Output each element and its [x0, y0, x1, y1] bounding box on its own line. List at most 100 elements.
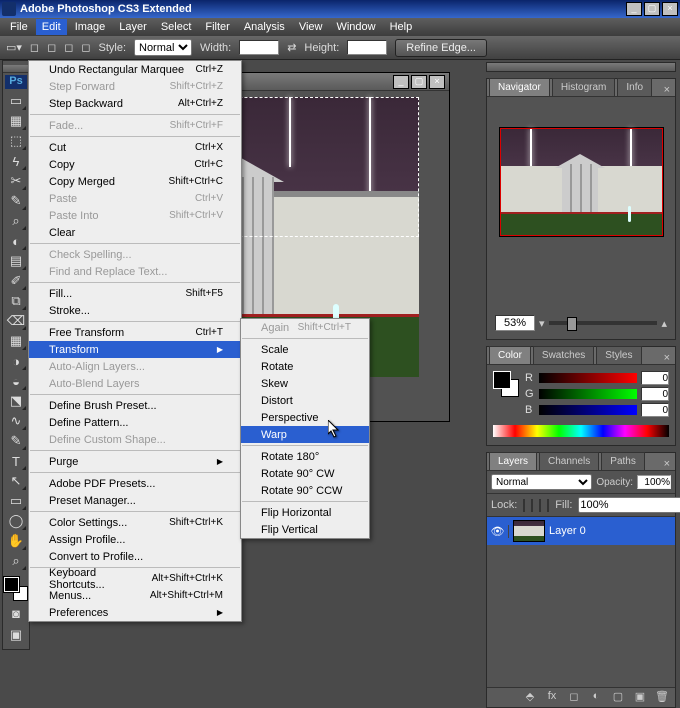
transform-menu-item[interactable]: AgainShift+Ctrl+T: [241, 319, 369, 336]
menu-window[interactable]: Window: [330, 19, 381, 35]
layer-row[interactable]: 👁 Layer 0: [487, 517, 675, 545]
transform-menu-item[interactable]: Flip Vertical: [241, 521, 369, 538]
screenmode-icon[interactable]: ▣: [5, 625, 27, 645]
tool-3[interactable]: ϟ: [5, 151, 27, 171]
edit-menu-item[interactable]: Define Pattern...: [29, 414, 241, 431]
tool-0[interactable]: ▭: [5, 91, 27, 111]
doc-maximize-button[interactable]: ▢: [411, 75, 427, 89]
fill-input[interactable]: [578, 497, 680, 513]
tool-8[interactable]: ▤: [5, 251, 27, 271]
style-select[interactable]: Normal: [134, 39, 192, 56]
edit-menu-item[interactable]: Clear: [29, 224, 241, 241]
edit-menu-item[interactable]: Fade...Shift+Ctrl+F: [29, 117, 241, 134]
edit-menu-item[interactable]: Stroke...: [29, 302, 241, 319]
marquee-new-icon[interactable]: ◻: [30, 41, 39, 54]
new-layer-icon[interactable]: ▣: [631, 690, 649, 706]
edit-menu-item[interactable]: PasteCtrl+V: [29, 190, 241, 207]
transform-menu-item[interactable]: Warp: [241, 426, 369, 443]
navigator-viewbox[interactable]: [500, 128, 663, 236]
edit-menu-item[interactable]: Fill...Shift+F5: [29, 285, 241, 302]
tab-info[interactable]: Info: [617, 78, 652, 96]
lock-all-icon[interactable]: [547, 499, 549, 512]
edit-menu-item[interactable]: Paste IntoShift+Ctrl+V: [29, 207, 241, 224]
tool-18[interactable]: T: [5, 451, 27, 471]
edit-menu-item[interactable]: Copy MergedShift+Ctrl+C: [29, 173, 241, 190]
menu-file[interactable]: File: [4, 19, 34, 35]
tab-histogram[interactable]: Histogram: [552, 78, 616, 96]
tab-color[interactable]: Color: [489, 346, 531, 364]
transform-menu-item[interactable]: Perspective: [241, 409, 369, 426]
edit-menu-item[interactable]: Adobe PDF Presets...: [29, 475, 241, 492]
doc-minimize-button[interactable]: _: [393, 75, 409, 89]
edit-menu-item[interactable]: Keyboard Shortcuts...Alt+Shift+Ctrl+K: [29, 570, 241, 587]
link-icon[interactable]: ⇄: [287, 41, 296, 54]
marquee-int-icon[interactable]: ◻: [81, 41, 90, 54]
r-input[interactable]: [641, 371, 669, 385]
color-swatches[interactable]: [4, 577, 28, 601]
menu-view[interactable]: View: [293, 19, 329, 35]
transform-menu-item[interactable]: Scale: [241, 341, 369, 358]
close-button[interactable]: ×: [662, 2, 678, 16]
color-swatch-pair[interactable]: [493, 371, 519, 397]
tool-12[interactable]: ▦: [5, 331, 27, 351]
tool-9[interactable]: ✐: [5, 271, 27, 291]
panel-close-icon[interactable]: ×: [661, 458, 673, 470]
tool-15[interactable]: ⬔: [5, 391, 27, 411]
delete-layer-icon[interactable]: 🗑: [653, 690, 671, 706]
transform-menu-item[interactable]: Distort: [241, 392, 369, 409]
adjustment-layer-icon[interactable]: ◐: [587, 690, 605, 706]
edit-menu-item[interactable]: Check Spelling...: [29, 246, 241, 263]
menu-select[interactable]: Select: [155, 19, 198, 35]
lock-pixels-icon[interactable]: [531, 499, 533, 512]
tool-10[interactable]: ⧉: [5, 291, 27, 311]
edit-menu-item[interactable]: Auto-Blend Layers: [29, 375, 241, 392]
opacity-input[interactable]: [637, 475, 671, 489]
blend-mode-select[interactable]: Normal: [491, 474, 592, 490]
tool-5[interactable]: ✎: [5, 191, 27, 211]
menu-edit[interactable]: Edit: [36, 19, 67, 35]
toolbox-header[interactable]: [3, 65, 29, 73]
height-input[interactable]: [347, 40, 387, 55]
edit-menu-item[interactable]: Define Brush Preset...: [29, 397, 241, 414]
tool-1[interactable]: ▦: [5, 111, 27, 131]
tool-14[interactable]: ◒: [5, 371, 27, 391]
layer-name[interactable]: Layer 0: [549, 525, 586, 537]
panel-close-icon[interactable]: ×: [661, 352, 673, 364]
doc-close-button[interactable]: ×: [429, 75, 445, 89]
navigator-thumbnail[interactable]: [499, 127, 664, 237]
tab-paths[interactable]: Paths: [601, 452, 645, 470]
refine-edge-button[interactable]: Refine Edge...: [395, 39, 487, 57]
marquee-sub-icon[interactable]: ◻: [64, 41, 73, 54]
edit-menu-item[interactable]: Step ForwardShift+Ctrl+Z: [29, 78, 241, 95]
tool-21[interactable]: ◯: [5, 511, 27, 531]
transform-menu-item[interactable]: Flip Horizontal: [241, 504, 369, 521]
tool-2[interactable]: ⬚: [5, 131, 27, 151]
color-spectrum[interactable]: [493, 425, 669, 437]
edit-menu-item[interactable]: Find and Replace Text...: [29, 263, 241, 280]
foreground-color-swatch[interactable]: [4, 577, 19, 592]
tool-22[interactable]: ✋: [5, 531, 27, 551]
edit-menu-item[interactable]: Undo Rectangular MarqueeCtrl+Z: [29, 61, 241, 78]
menu-image[interactable]: Image: [69, 19, 112, 35]
edit-menu-item[interactable]: Preferences▶: [29, 604, 241, 621]
layer-mask-icon[interactable]: ◻: [565, 690, 583, 706]
panel-group-header[interactable]: [486, 62, 676, 72]
tab-channels[interactable]: Channels: [539, 452, 599, 470]
tool-4[interactable]: ✂: [5, 171, 27, 191]
minimize-button[interactable]: _: [626, 2, 642, 16]
tool-23[interactable]: ⌕: [5, 551, 27, 571]
edit-menu-item[interactable]: CutCtrl+X: [29, 139, 241, 156]
tab-navigator[interactable]: Navigator: [489, 78, 550, 96]
b-slider[interactable]: [539, 405, 637, 415]
visibility-eye-icon[interactable]: 👁: [487, 525, 509, 538]
quickmask-icon[interactable]: ◙: [5, 603, 27, 623]
tool-7[interactable]: ◐: [5, 231, 27, 251]
panel-close-icon[interactable]: ×: [661, 84, 673, 96]
maximize-button[interactable]: ▢: [644, 2, 660, 16]
lock-transparent-icon[interactable]: [523, 499, 525, 512]
layer-style-icon[interactable]: fx: [543, 690, 561, 706]
r-slider[interactable]: [539, 373, 637, 383]
edit-menu-item[interactable]: Convert to Profile...: [29, 548, 241, 565]
menu-layer[interactable]: Layer: [113, 19, 153, 35]
zoom-input[interactable]: [495, 315, 535, 331]
